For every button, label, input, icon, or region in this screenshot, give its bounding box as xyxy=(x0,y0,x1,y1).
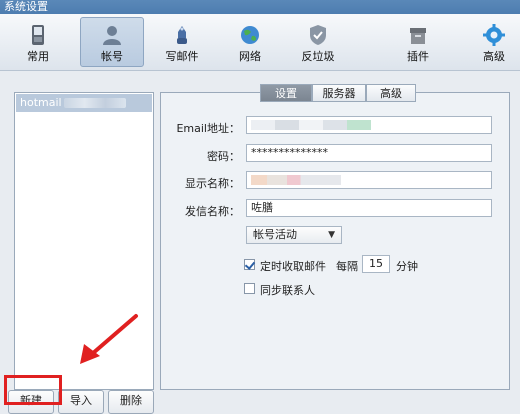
password-label: 密码： xyxy=(207,150,240,163)
window-title: 系统设置 xyxy=(0,0,520,14)
shield-icon xyxy=(310,25,326,45)
auto-receive-checkbox[interactable] xyxy=(244,259,255,270)
toolbar-general[interactable]: 常用 xyxy=(6,17,70,67)
redacted-email xyxy=(63,98,126,108)
tab-settings[interactable]: 设置 xyxy=(260,84,312,102)
settings-toolbar: 常用 帐号 写邮件 网络 反垃圾 插件 高级 xyxy=(0,14,520,71)
toolbar-label: 常用 xyxy=(27,50,49,63)
chevron-down-icon: ▼ xyxy=(328,230,335,240)
account-status-value: 帐号活动 xyxy=(253,228,297,241)
box-icon xyxy=(410,28,426,44)
email-label: Email地址： xyxy=(176,122,240,135)
redacted-display-name xyxy=(251,175,341,185)
email-field[interactable] xyxy=(246,116,492,134)
toolbar-account[interactable]: 帐号 xyxy=(80,17,144,67)
sender-name-field[interactable]: 咗膳 xyxy=(246,199,492,217)
tab-server[interactable]: 服务器 xyxy=(312,84,366,102)
toolbar-network[interactable]: 网络 xyxy=(218,17,282,67)
display-name-label: 显示名称： xyxy=(185,177,240,190)
toolbar-compose[interactable]: 写邮件 xyxy=(150,17,214,67)
toolbar-label: 插件 xyxy=(407,50,429,63)
password-field[interactable]: ************** xyxy=(246,144,492,162)
interval-unit: 分钟 xyxy=(396,260,418,273)
user-icon xyxy=(103,26,121,45)
tab-advanced[interactable]: 高级 xyxy=(366,84,416,102)
interval-prefix: 每隔 xyxy=(336,260,358,273)
toolbar-label: 写邮件 xyxy=(165,50,199,63)
toolbar-antispam[interactable]: 反垃圾 xyxy=(286,17,350,67)
account-status-select[interactable]: 帐号活动 ▼ xyxy=(246,226,342,244)
display-name-field[interactable] xyxy=(246,171,492,189)
toolbar-label: 高级 xyxy=(483,50,505,63)
compose-icon xyxy=(177,26,187,44)
highlight-box xyxy=(4,375,62,405)
account-name: hotmail xyxy=(20,96,62,109)
auto-receive-label: 定时收取邮件 xyxy=(260,260,326,273)
import-account-button[interactable]: 导入 xyxy=(58,390,104,414)
sync-contacts-checkbox[interactable] xyxy=(244,283,255,294)
redacted-email-value xyxy=(251,120,371,130)
toolbar-plugins[interactable]: 插件 xyxy=(386,17,450,67)
globe-icon xyxy=(241,26,259,44)
annotation-arrow xyxy=(80,314,138,364)
toolbar-label: 网络 xyxy=(239,50,261,63)
interval-input[interactable]: 15 xyxy=(362,255,390,273)
gear-icon xyxy=(483,24,505,46)
delete-account-button[interactable]: 删除 xyxy=(108,390,154,414)
sender-name-label: 发信名称： xyxy=(185,205,240,218)
sync-contacts-label: 同步联系人 xyxy=(260,284,315,297)
toolbar-advanced[interactable]: 高级 xyxy=(462,17,520,67)
toolbar-label: 帐号 xyxy=(101,50,123,63)
account-item[interactable]: hotmail xyxy=(16,94,152,112)
toolbar-label: 反垃圾 xyxy=(301,50,335,63)
phone-icon xyxy=(32,25,44,45)
